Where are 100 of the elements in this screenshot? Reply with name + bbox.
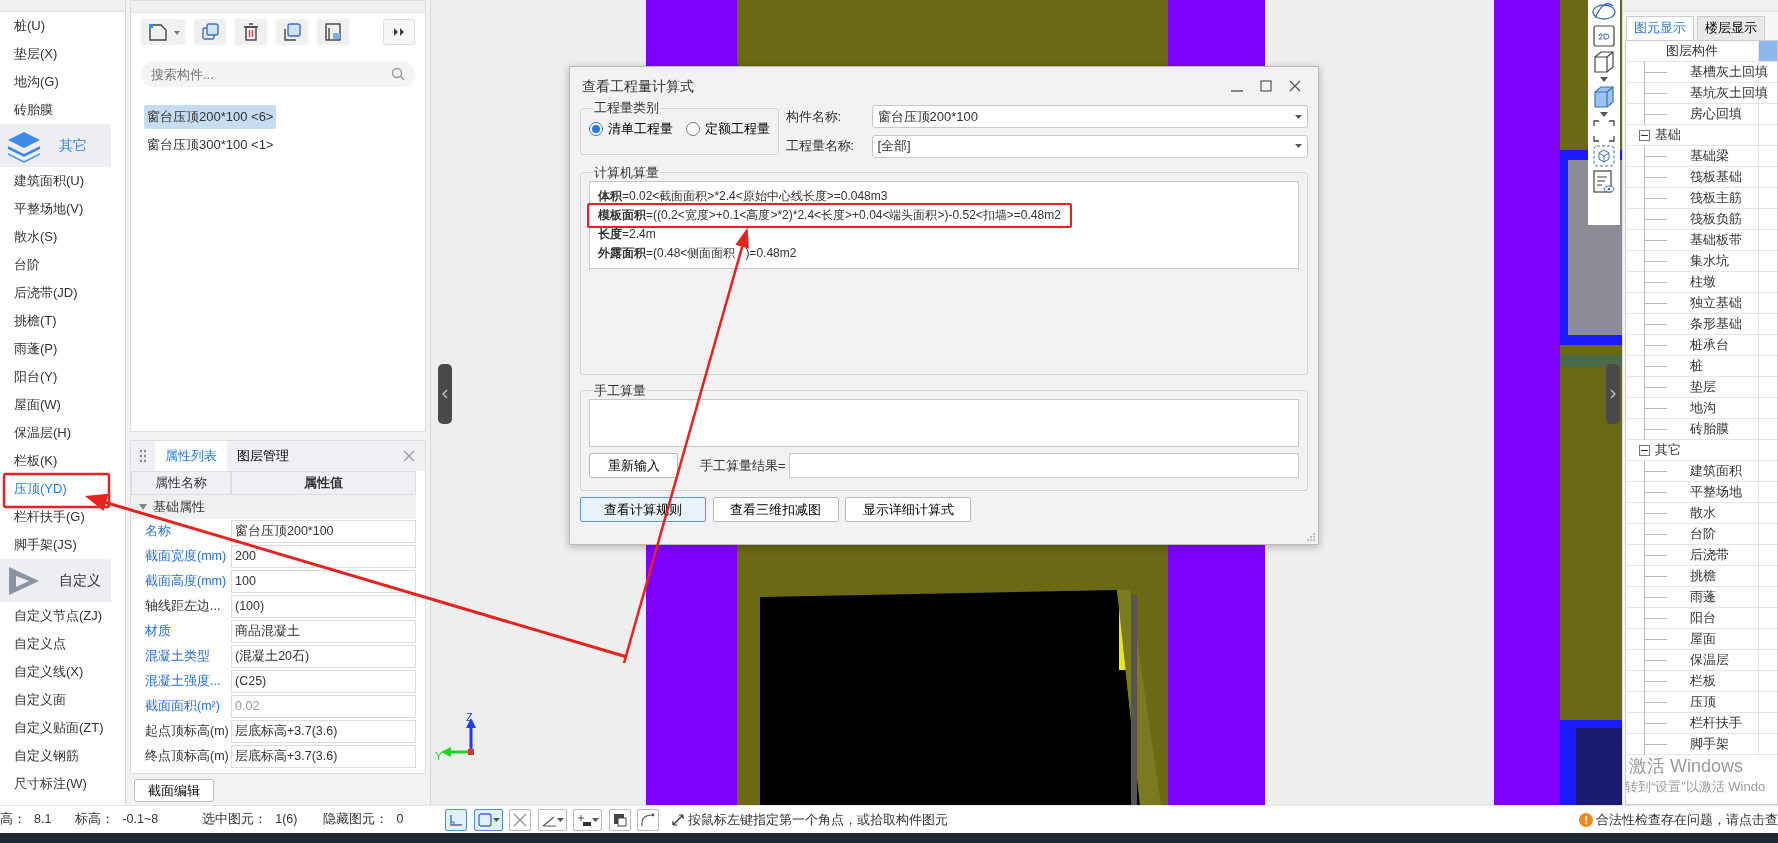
reset-input-button[interactable]: 重新输入 <box>589 453 678 478</box>
duplicate-button[interactable] <box>276 19 308 45</box>
property-value-field[interactable]: 商品混凝土 <box>231 620 416 643</box>
layer-select-button[interactable] <box>608 808 631 831</box>
select-frame-icon[interactable] <box>1593 120 1615 142</box>
tree-item[interactable]: 基坑灰土回填 <box>1690 83 1768 103</box>
collapse-handle[interactable] <box>438 364 452 424</box>
save-button[interactable] <box>317 19 349 45</box>
tree-group-label[interactable]: 基础 <box>1655 125 1681 145</box>
tree-item[interactable]: 桩 <box>1690 356 1703 376</box>
panel-tab[interactable]: 楼层显示 <box>1697 16 1766 40</box>
tree-item[interactable]: 屋面 <box>1690 629 1716 649</box>
nav-item[interactable]: 挑檐(T) <box>0 307 125 335</box>
section-edit-button[interactable]: 截面编辑 <box>134 779 214 802</box>
property-value-field[interactable]: (C25) <box>231 670 416 693</box>
nav-item[interactable]: 垫层(X) <box>0 40 125 68</box>
dialog-button[interactable]: 显示详细计算式 <box>845 497 971 522</box>
nav-item[interactable]: 压顶(YD) <box>0 475 125 503</box>
property-value-field[interactable]: 100 <box>231 570 416 593</box>
panel-tab[interactable]: 图元显示 <box>1626 16 1694 40</box>
expand-toggle-icon[interactable] <box>1639 129 1650 141</box>
tree-item[interactable]: 独立基础 <box>1690 293 1742 313</box>
property-value-field[interactable]: (100) <box>231 595 416 618</box>
tree-item[interactable]: 建筑面积 <box>1690 461 1742 481</box>
tree-group-label[interactable]: 其它 <box>1655 440 1681 460</box>
nav-item[interactable]: 建筑面积(U) <box>0 167 125 195</box>
tree-item[interactable]: 台阶 <box>1690 524 1716 544</box>
nav-item[interactable]: 后浇带(JD) <box>0 279 125 307</box>
nav-item[interactable]: 栏板(K) <box>0 447 125 475</box>
tree-item[interactable]: 基槽灰土回填 <box>1690 62 1768 82</box>
result-field[interactable] <box>788 453 1299 478</box>
formula-text-area[interactable]: 体积=0.02<截面面积>*2.4<原始中心线长度>=0.048m3 模板面积=((0.2<宽度>+0.1<高度>*2)*2.4<长度>+0.04<端头面积>)-0.52<扣墙>=0.48m2 长度=2.4m 外露面积=(0.48<侧面面积 )=0.48m2 <box>589 180 1299 269</box>
expand-toggle-icon[interactable] <box>1639 444 1650 456</box>
component-item[interactable]: 窗台压顶300*100 <1> <box>144 132 277 156</box>
dropdown-field[interactable]: 窗台压顶200*100 <box>871 105 1308 128</box>
cube-icon[interactable] <box>1593 85 1615 109</box>
nav-item[interactable]: 阳台(Y) <box>0 363 125 391</box>
tree-item[interactable]: 地沟 <box>1690 398 1716 418</box>
nav-item[interactable]: 脚手架(JS) <box>0 531 125 559</box>
property-value-field[interactable]: 层底标高+3.7(3.6) <box>231 745 416 768</box>
nav-item[interactable]: 自定义点 <box>0 630 125 658</box>
nav-item[interactable]: 自定义线(X) <box>0 658 125 686</box>
nav-item[interactable]: 自定义贴面(ZT) <box>0 714 125 742</box>
list-eye-icon[interactable] <box>1593 170 1615 194</box>
close-icon[interactable] <box>403 450 415 462</box>
tree-item[interactable]: 保温层 <box>1690 650 1729 670</box>
trash-button[interactable] <box>235 19 267 45</box>
dashed-cube-icon[interactable] <box>1593 145 1615 167</box>
tree-item[interactable]: 筏板基础 <box>1690 167 1742 187</box>
nav-item[interactable]: 自定义面 <box>0 686 125 714</box>
tree-item[interactable]: 脚手架 <box>1690 734 1729 754</box>
angle-button[interactable] <box>537 808 567 831</box>
tree-item[interactable]: 集水坑 <box>1690 251 1729 271</box>
view-2d-icon[interactable] <box>1593 25 1615 47</box>
tree-item[interactable]: 砖胎膜 <box>1690 419 1729 439</box>
tree-item[interactable]: 柱墩 <box>1690 272 1716 292</box>
tree-item[interactable]: 散水 <box>1690 503 1716 523</box>
collapse-handle[interactable] <box>1606 364 1620 424</box>
square-button[interactable] <box>473 808 503 831</box>
component-item[interactable]: 窗台压顶200*100 <6> <box>144 105 277 129</box>
tree-item[interactable]: 栏杆扶手 <box>1690 713 1742 733</box>
tree-item[interactable]: 平整场地 <box>1690 482 1742 502</box>
curve-button[interactable] <box>637 808 659 831</box>
nav-item[interactable]: 尺寸标注(W) <box>0 770 125 798</box>
radio-option[interactable]: 清单工程量 <box>589 119 673 139</box>
tree-item[interactable]: 挑檐 <box>1690 566 1716 586</box>
corner-button[interactable] <box>445 808 467 831</box>
nav-item[interactable]: 平整场地(V) <box>0 195 125 223</box>
dialog-button[interactable]: 查看三维扣减图 <box>712 497 839 522</box>
new-button[interactable] <box>141 19 185 45</box>
tree-item[interactable]: 基础板带 <box>1690 230 1742 250</box>
tree-item[interactable]: 垫层 <box>1690 377 1716 397</box>
nav-item[interactable]: 自定义钢筋 <box>0 742 125 770</box>
tree-item[interactable]: 后浇带 <box>1690 545 1729 565</box>
property-value-field[interactable]: 200 <box>231 545 416 568</box>
nav-item[interactable]: 保温层(H) <box>0 419 125 447</box>
search-field[interactable]: 搜索构件... <box>141 61 415 87</box>
nav-item[interactable]: 地沟(G) <box>0 68 125 96</box>
warning-text[interactable]: 合法性检查存在问题，请点击查 <box>1596 809 1778 830</box>
cube-icon[interactable] <box>1593 50 1615 74</box>
tree-item[interactable]: 栏板 <box>1690 671 1716 691</box>
property-value-field[interactable]: 窗台压顶200*100 <box>231 520 416 543</box>
panel-tab[interactable]: 图层管理 <box>227 441 299 471</box>
nav-item[interactable]: 自定义节点(ZJ) <box>0 602 125 630</box>
caret-down-icon[interactable] <box>1600 77 1608 82</box>
nav-group[interactable]: 自定义 <box>0 559 111 602</box>
tree-item[interactable]: 条形基础 <box>1690 314 1742 334</box>
tree-item[interactable]: 阳台 <box>1690 608 1716 628</box>
nav-item[interactable]: 砖胎膜 <box>0 96 125 124</box>
manual-input-area[interactable] <box>589 398 1299 447</box>
radio-option[interactable]: 定额工程量 <box>686 119 770 139</box>
property-value-field[interactable]: 层底标高+3.7(3.6) <box>231 720 416 743</box>
caret-down-icon[interactable] <box>1600 112 1608 117</box>
tree-item[interactable]: 房心回填 <box>1690 104 1742 124</box>
offset-button[interactable] <box>573 808 602 831</box>
cross-button[interactable] <box>509 808 531 831</box>
property-value-field[interactable]: (混凝土20石) <box>231 645 416 668</box>
more-button[interactable] <box>383 19 415 45</box>
nav-item[interactable]: 散水(S) <box>0 223 125 251</box>
orbit-icon[interactable] <box>1591 2 1617 22</box>
